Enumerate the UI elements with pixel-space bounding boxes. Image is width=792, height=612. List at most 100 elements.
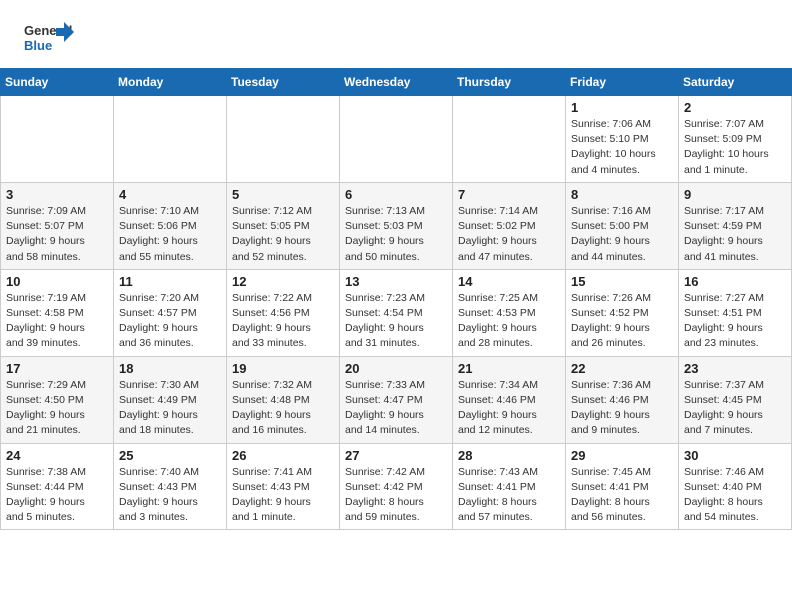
calendar-cell: 26 Sunrise: 7:41 AM Sunset: 4:43 PM Dayli… xyxy=(227,443,340,530)
day-header-thursday: Thursday xyxy=(453,69,566,96)
day-info: Sunrise: 7:23 AM Sunset: 4:54 PM Dayligh… xyxy=(345,291,447,352)
calendar-cell: 10 Sunrise: 7:19 AM Sunset: 4:58 PM Dayli… xyxy=(1,269,114,356)
calendar-week-2: 3 Sunrise: 7:09 AM Sunset: 5:07 PM Daylig… xyxy=(1,182,792,269)
day-info: Sunrise: 7:32 AM Sunset: 4:48 PM Dayligh… xyxy=(232,378,334,439)
day-header-sunday: Sunday xyxy=(1,69,114,96)
calendar-cell: 23 Sunrise: 7:37 AM Sunset: 4:45 PM Dayli… xyxy=(679,356,792,443)
day-info: Sunrise: 7:10 AM Sunset: 5:06 PM Dayligh… xyxy=(119,204,221,265)
page-header: GeneralBlue xyxy=(0,0,792,68)
calendar-cell: 7 Sunrise: 7:14 AM Sunset: 5:02 PM Daylig… xyxy=(453,182,566,269)
day-number: 20 xyxy=(345,361,447,376)
calendar-cell: 17 Sunrise: 7:29 AM Sunset: 4:50 PM Dayli… xyxy=(1,356,114,443)
day-info: Sunrise: 7:45 AM Sunset: 4:41 PM Dayligh… xyxy=(571,465,673,526)
day-number: 25 xyxy=(119,448,221,463)
day-number: 18 xyxy=(119,361,221,376)
day-header-wednesday: Wednesday xyxy=(340,69,453,96)
calendar-cell: 22 Sunrise: 7:36 AM Sunset: 4:46 PM Dayli… xyxy=(566,356,679,443)
logo: GeneralBlue xyxy=(24,18,74,58)
day-number: 14 xyxy=(458,274,560,289)
day-info: Sunrise: 7:38 AM Sunset: 4:44 PM Dayligh… xyxy=(6,465,108,526)
calendar-cell xyxy=(453,96,566,183)
calendar-cell: 13 Sunrise: 7:23 AM Sunset: 4:54 PM Dayli… xyxy=(340,269,453,356)
day-info: Sunrise: 7:27 AM Sunset: 4:51 PM Dayligh… xyxy=(684,291,786,352)
day-info: Sunrise: 7:43 AM Sunset: 4:41 PM Dayligh… xyxy=(458,465,560,526)
day-info: Sunrise: 7:37 AM Sunset: 4:45 PM Dayligh… xyxy=(684,378,786,439)
day-number: 2 xyxy=(684,100,786,115)
day-info: Sunrise: 7:36 AM Sunset: 4:46 PM Dayligh… xyxy=(571,378,673,439)
day-number: 3 xyxy=(6,187,108,202)
calendar-cell: 8Sunrise: 7:16 AM Sunset: 5:00 PM Daylig… xyxy=(566,182,679,269)
calendar-cell: 14 Sunrise: 7:25 AM Sunset: 4:53 PM Dayli… xyxy=(453,269,566,356)
day-number: 29 xyxy=(571,448,673,463)
day-info: Sunrise: 7:40 AM Sunset: 4:43 PM Dayligh… xyxy=(119,465,221,526)
calendar-cell xyxy=(1,96,114,183)
day-number: 21 xyxy=(458,361,560,376)
calendar-cell: 9 Sunrise: 7:17 AM Sunset: 4:59 PM Daylig… xyxy=(679,182,792,269)
calendar-cell: 4Sunrise: 7:10 AM Sunset: 5:06 PM Daylig… xyxy=(114,182,227,269)
day-info: Sunrise: 7:17 AM Sunset: 4:59 PM Dayligh… xyxy=(684,204,786,265)
day-info: Sunrise: 7:41 AM Sunset: 4:43 PM Dayligh… xyxy=(232,465,334,526)
day-number: 8 xyxy=(571,187,673,202)
calendar-cell xyxy=(114,96,227,183)
day-number: 17 xyxy=(6,361,108,376)
calendar-cell: 24 Sunrise: 7:38 AM Sunset: 4:44 PM Dayli… xyxy=(1,443,114,530)
day-info: Sunrise: 7:30 AM Sunset: 4:49 PM Dayligh… xyxy=(119,378,221,439)
day-info: Sunrise: 7:12 AM Sunset: 5:05 PM Dayligh… xyxy=(232,204,334,265)
day-info: Sunrise: 7:29 AM Sunset: 4:50 PM Dayligh… xyxy=(6,378,108,439)
day-info: Sunrise: 7:26 AM Sunset: 4:52 PM Dayligh… xyxy=(571,291,673,352)
day-number: 13 xyxy=(345,274,447,289)
calendar-cell: 29 Sunrise: 7:45 AM Sunset: 4:41 PM Dayli… xyxy=(566,443,679,530)
calendar-cell: 12Sunrise: 7:22 AM Sunset: 4:56 PM Dayli… xyxy=(227,269,340,356)
calendar-cell: 3 Sunrise: 7:09 AM Sunset: 5:07 PM Daylig… xyxy=(1,182,114,269)
calendar-cell: 16Sunrise: 7:27 AM Sunset: 4:51 PM Dayli… xyxy=(679,269,792,356)
day-number: 30 xyxy=(684,448,786,463)
day-number: 12 xyxy=(232,274,334,289)
day-number: 26 xyxy=(232,448,334,463)
day-info: Sunrise: 7:09 AM Sunset: 5:07 PM Dayligh… xyxy=(6,204,108,265)
calendar-week-1: 1 Sunrise: 7:06 AM Sunset: 5:10 PM Daylig… xyxy=(1,96,792,183)
day-info: Sunrise: 7:34 AM Sunset: 4:46 PM Dayligh… xyxy=(458,378,560,439)
calendar-week-5: 24 Sunrise: 7:38 AM Sunset: 4:44 PM Dayli… xyxy=(1,443,792,530)
calendar-week-4: 17 Sunrise: 7:29 AM Sunset: 4:50 PM Dayli… xyxy=(1,356,792,443)
day-info: Sunrise: 7:07 AM Sunset: 5:09 PM Dayligh… xyxy=(684,117,786,178)
day-info: Sunrise: 7:19 AM Sunset: 4:58 PM Dayligh… xyxy=(6,291,108,352)
day-number: 1 xyxy=(571,100,673,115)
day-number: 5 xyxy=(232,187,334,202)
calendar-cell xyxy=(340,96,453,183)
day-number: 19 xyxy=(232,361,334,376)
day-header-saturday: Saturday xyxy=(679,69,792,96)
day-number: 23 xyxy=(684,361,786,376)
calendar-cell: 20Sunrise: 7:33 AM Sunset: 4:47 PM Dayli… xyxy=(340,356,453,443)
day-info: Sunrise: 7:46 AM Sunset: 4:40 PM Dayligh… xyxy=(684,465,786,526)
calendar-week-3: 10 Sunrise: 7:19 AM Sunset: 4:58 PM Dayli… xyxy=(1,269,792,356)
calendar-cell: 27 Sunrise: 7:42 AM Sunset: 4:42 PM Dayli… xyxy=(340,443,453,530)
svg-text:Blue: Blue xyxy=(24,38,52,53)
calendar-cell: 6Sunrise: 7:13 AM Sunset: 5:03 PM Daylig… xyxy=(340,182,453,269)
calendar-cell: 15Sunrise: 7:26 AM Sunset: 4:52 PM Dayli… xyxy=(566,269,679,356)
calendar-cell: 30 Sunrise: 7:46 AM Sunset: 4:40 PM Dayli… xyxy=(679,443,792,530)
day-number: 24 xyxy=(6,448,108,463)
day-info: Sunrise: 7:42 AM Sunset: 4:42 PM Dayligh… xyxy=(345,465,447,526)
day-info: Sunrise: 7:06 AM Sunset: 5:10 PM Dayligh… xyxy=(571,117,673,178)
calendar-cell: 11Sunrise: 7:20 AM Sunset: 4:57 PM Dayli… xyxy=(114,269,227,356)
day-number: 28 xyxy=(458,448,560,463)
calendar-cell: 28 Sunrise: 7:43 AM Sunset: 4:41 PM Dayli… xyxy=(453,443,566,530)
day-number: 9 xyxy=(684,187,786,202)
calendar-cell: 19 Sunrise: 7:32 AM Sunset: 4:48 PM Dayli… xyxy=(227,356,340,443)
calendar-cell: 18 Sunrise: 7:30 AM Sunset: 4:49 PM Dayli… xyxy=(114,356,227,443)
day-number: 22 xyxy=(571,361,673,376)
day-info: Sunrise: 7:13 AM Sunset: 5:03 PM Dayligh… xyxy=(345,204,447,265)
logo: GeneralBlue xyxy=(24,18,74,58)
calendar-cell: 5 Sunrise: 7:12 AM Sunset: 5:05 PM Daylig… xyxy=(227,182,340,269)
day-number: 7 xyxy=(458,187,560,202)
day-number: 10 xyxy=(6,274,108,289)
day-header-friday: Friday xyxy=(566,69,679,96)
calendar-cell: 2 Sunrise: 7:07 AM Sunset: 5:09 PM Daylig… xyxy=(679,96,792,183)
calendar-table: SundayMondayTuesdayWednesdayThursdayFrid… xyxy=(0,68,792,530)
day-info: Sunrise: 7:14 AM Sunset: 5:02 PM Dayligh… xyxy=(458,204,560,265)
day-header-monday: Monday xyxy=(114,69,227,96)
day-number: 27 xyxy=(345,448,447,463)
calendar-cell: 25 Sunrise: 7:40 AM Sunset: 4:43 PM Dayli… xyxy=(114,443,227,530)
day-info: Sunrise: 7:25 AM Sunset: 4:53 PM Dayligh… xyxy=(458,291,560,352)
calendar-cell xyxy=(227,96,340,183)
